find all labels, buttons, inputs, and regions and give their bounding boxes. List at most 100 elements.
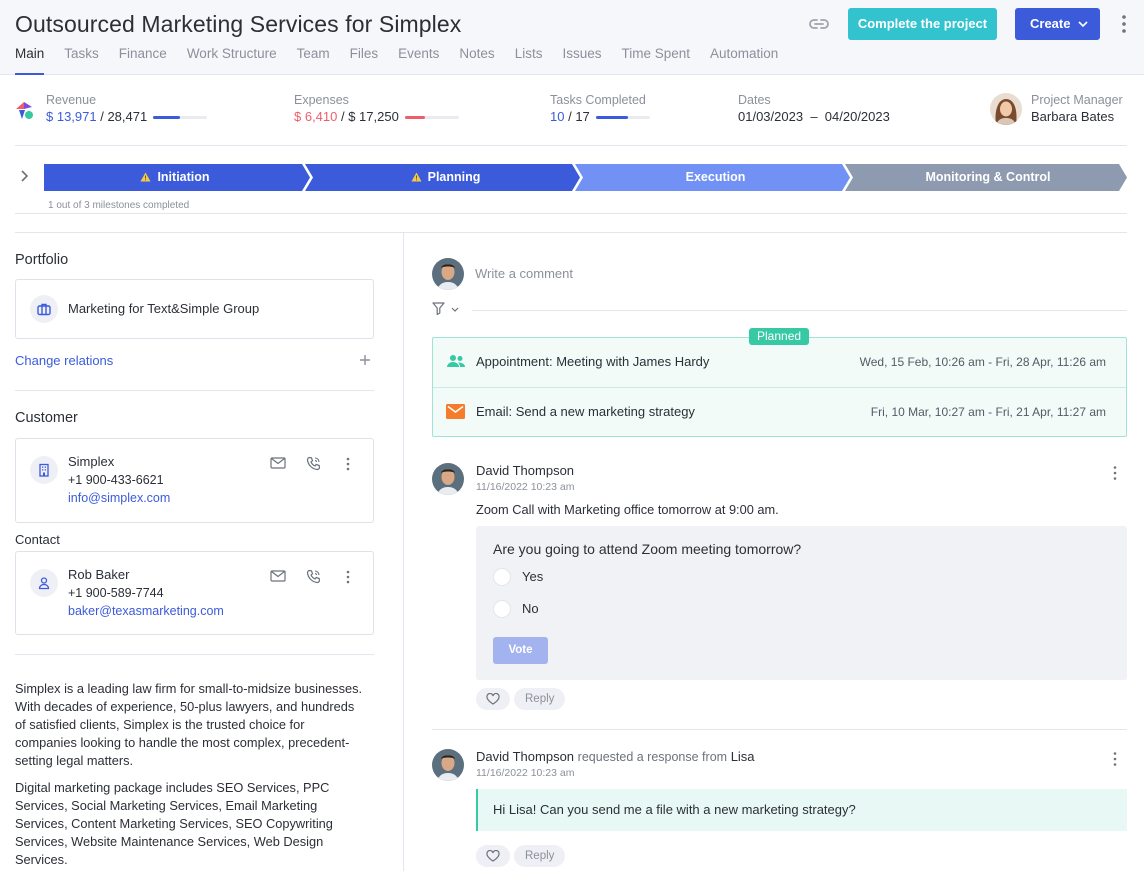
project-stats: Revenue $ 13,971 / 28,471 Expenses $ 6,4…	[0, 76, 1144, 146]
like-button[interactable]	[476, 845, 510, 867]
tab-lists[interactable]: Lists	[515, 45, 543, 75]
comment-input[interactable]: Write a comment	[475, 266, 573, 281]
tab-work-structure[interactable]: Work Structure	[187, 45, 277, 75]
radio-button[interactable]	[493, 568, 511, 586]
customer-name[interactable]: Simplex	[68, 454, 114, 469]
project-tabs: Main Tasks Finance Work Structure Team F…	[15, 45, 798, 75]
revenue-value: $ 13,971	[46, 109, 97, 124]
tab-files[interactable]: Files	[350, 45, 379, 75]
stage-label-initiation: Initiation	[44, 170, 306, 184]
more-options-icon[interactable]	[1117, 13, 1131, 35]
tab-notes[interactable]: Notes	[459, 45, 494, 75]
tab-events[interactable]: Events	[398, 45, 439, 75]
complete-project-button[interactable]: Complete the project	[848, 8, 997, 40]
group-icon	[447, 355, 465, 367]
comment-author[interactable]: David Thompson	[476, 749, 574, 764]
comment-target[interactable]: Lisa	[731, 749, 755, 764]
contact-name[interactable]: Rob Baker	[68, 567, 129, 582]
column-divider	[403, 233, 404, 871]
more-options-icon[interactable]	[1110, 465, 1120, 481]
phone-icon[interactable]	[306, 456, 321, 474]
planned-item[interactable]: Appointment: Meeting with James Hardy We…	[433, 338, 1126, 387]
like-button[interactable]	[476, 688, 510, 710]
expenses-value: $ 6,410	[294, 109, 338, 124]
current-user-avatar	[432, 258, 464, 290]
create-button[interactable]: Create	[1015, 8, 1100, 40]
author-avatar[interactable]	[432, 749, 464, 781]
tab-main[interactable]: Main	[15, 45, 45, 75]
change-relations-link[interactable]: Change relations	[15, 353, 113, 368]
comment-time: 11/16/2022 10:23 am	[476, 481, 575, 493]
filter-icon[interactable]	[432, 302, 462, 319]
expenses-total: $ 17,250	[348, 109, 399, 124]
reply-button[interactable]: Reply	[514, 845, 566, 867]
poll-question: Are you going to attend Zoom meeting tom…	[493, 541, 802, 557]
divider	[472, 310, 1127, 311]
planned-dates: Wed, 15 Feb, 10:26 am - Fri, 28 Apr, 11:…	[859, 355, 1106, 369]
author-avatar[interactable]	[432, 463, 464, 495]
plus-icon[interactable]	[359, 354, 371, 369]
project-logo-icon	[14, 99, 36, 124]
chevron-right-icon[interactable]	[18, 169, 30, 186]
revenue-stat: Revenue $ 13,971 / 28,471	[46, 93, 208, 124]
expenses-stat: Expenses $ 6,410 / $ 17,250	[294, 93, 459, 124]
tasks-value: 10	[550, 109, 565, 124]
date-separator: –	[810, 109, 818, 124]
mail-icon[interactable]	[270, 570, 286, 585]
page-title: Outsourced Marketing Services for Simple…	[15, 11, 462, 37]
portfolio-name[interactable]: Marketing for Text&Simple Group	[68, 301, 259, 316]
contact-email[interactable]: baker@texasmarketing.com	[68, 604, 224, 618]
description-paragraph: Simplex is a leading law firm for small-…	[15, 681, 363, 768]
tab-issues[interactable]: Issues	[562, 45, 601, 75]
comment-header: David Thompson requested a response from…	[476, 749, 755, 764]
tab-tasks[interactable]: Tasks	[64, 45, 99, 75]
expenses-progress	[404, 116, 459, 120]
description-paragraph: Digital marketing package includes SEO S…	[15, 780, 333, 867]
planned-badge: Planned	[749, 328, 810, 345]
quote-text: Hi Lisa! Can you send me a file with a n…	[493, 802, 856, 817]
manager-stat: Project Manager Barbara Bates	[1031, 93, 1123, 124]
manager-avatar[interactable]	[990, 93, 1022, 125]
tab-automation[interactable]: Automation	[710, 45, 778, 75]
reply-button[interactable]: Reply	[514, 688, 566, 710]
link-icon[interactable]	[806, 13, 832, 35]
more-options-icon[interactable]	[344, 570, 352, 587]
manager-name[interactable]: Barbara Bates	[1031, 109, 1123, 124]
chevron-down-icon	[1078, 21, 1088, 28]
portfolio-title: Portfolio	[15, 252, 69, 268]
contact-phone: +1 900-589-7744	[68, 586, 164, 600]
project-header: Outsourced Marketing Services for Simple…	[0, 0, 1144, 75]
stage-label-monitoring: Monitoring & Control	[925, 170, 1051, 184]
email-icon	[446, 404, 465, 419]
tab-team[interactable]: Team	[297, 45, 330, 75]
phone-icon[interactable]	[306, 569, 321, 587]
comment-time: 11/16/2022 10:23 am	[476, 767, 575, 779]
divider	[432, 729, 1127, 730]
more-options-icon[interactable]	[1110, 751, 1120, 767]
divider	[15, 390, 374, 391]
planned-title[interactable]: Email: Send a new marketing strategy	[476, 404, 695, 419]
mail-icon[interactable]	[270, 457, 286, 472]
start-date: 01/03/2023	[738, 109, 804, 124]
tasks-progress	[595, 116, 650, 120]
portfolio-card[interactable]: Marketing for Text&Simple Group	[15, 279, 374, 339]
stage-label-planning: Planning	[313, 170, 578, 184]
dates-label: Dates	[738, 93, 771, 107]
tab-time-spent[interactable]: Time Spent	[621, 45, 690, 75]
divider	[15, 145, 1127, 146]
customer-phone: +1 900-433-6621	[68, 473, 164, 487]
more-options-icon[interactable]	[344, 457, 352, 474]
divider	[15, 213, 1127, 214]
customer-title: Customer	[15, 410, 78, 426]
comment-author[interactable]: David Thompson	[476, 463, 574, 478]
tab-finance[interactable]: Finance	[119, 45, 167, 75]
heart-icon	[486, 850, 500, 862]
revenue-total: 28,471	[107, 109, 148, 124]
customer-email[interactable]: info@simplex.com	[68, 491, 170, 505]
vote-button[interactable]: Vote	[493, 637, 548, 664]
planned-title[interactable]: Appointment: Meeting with James Hardy	[476, 354, 709, 369]
manager-label: Project Manager	[1031, 93, 1123, 107]
radio-button[interactable]	[493, 600, 511, 618]
divider	[15, 654, 374, 655]
planned-item[interactable]: Email: Send a new marketing strategy Fri…	[433, 388, 1126, 437]
